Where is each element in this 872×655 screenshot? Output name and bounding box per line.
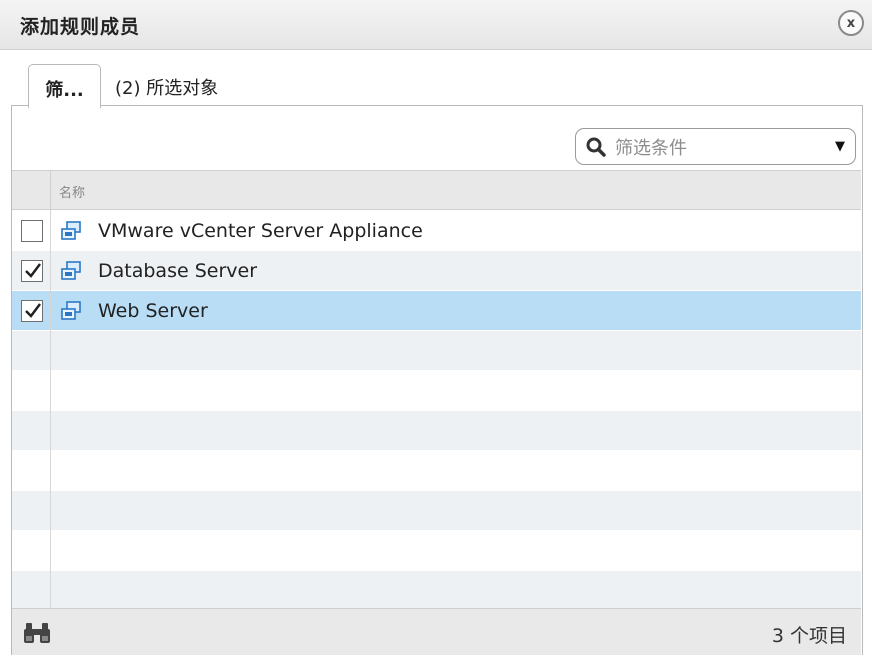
search-icon: [586, 137, 606, 157]
table-body: VMware vCenter Server Appliance Database …: [12, 211, 861, 611]
checkmark-icon: [25, 303, 41, 318]
dialog-title: 添加规则成员: [20, 16, 141, 38]
vm-icon: [61, 261, 81, 280]
row-checkbox[interactable]: [21, 260, 43, 282]
check-cell: [12, 451, 51, 491]
empty-row: [12, 411, 861, 451]
tab-selected-objects[interactable]: (2) 所选对象: [115, 74, 218, 100]
empty-row: [12, 571, 861, 611]
check-cell: [12, 531, 51, 571]
table-row[interactable]: Web Server: [12, 291, 861, 331]
table-row[interactable]: Database Server: [12, 251, 861, 291]
empty-row: [12, 491, 861, 531]
table-footer: 3 个项目: [12, 608, 861, 655]
binoculars-icon[interactable]: [22, 621, 52, 645]
empty-row: [12, 331, 861, 371]
check-cell: [12, 291, 51, 331]
checkmark-icon: [25, 263, 41, 278]
row-checkbox[interactable]: [21, 220, 43, 242]
tab-filter[interactable]: 筛...: [28, 64, 101, 108]
dialog-titlebar: 添加规则成员 x: [0, 0, 872, 50]
row-name: VMware vCenter Server Appliance: [98, 220, 423, 242]
table-header: 名称: [12, 170, 861, 211]
row-name: Database Server: [98, 260, 258, 282]
column-header-name[interactable]: 名称: [59, 182, 85, 201]
check-cell: [12, 371, 51, 411]
check-cell: [12, 571, 51, 611]
empty-row: [12, 371, 861, 411]
row-name: Web Server: [98, 300, 208, 322]
row-checkbox[interactable]: [21, 300, 43, 322]
vm-icon: [61, 301, 81, 320]
object-table: 名称 VMware vCenter Server Appliance Databa…: [12, 170, 861, 611]
tab-bar: 筛... (2) 所选对象: [0, 50, 872, 108]
header-check-column: [12, 171, 51, 211]
empty-row: [12, 451, 861, 491]
filter-input[interactable]: 筛选条件 ▼: [575, 128, 856, 165]
check-cell: [12, 211, 51, 251]
check-cell: [12, 331, 51, 371]
check-cell: [12, 251, 51, 291]
empty-row: [12, 531, 861, 571]
item-count: 3 个项目: [771, 625, 847, 647]
chevron-down-icon[interactable]: ▼: [835, 139, 845, 154]
close-button[interactable]: x: [838, 10, 864, 36]
check-cell: [12, 411, 51, 451]
check-cell: [12, 491, 51, 531]
close-icon: x: [846, 15, 856, 31]
vm-icon: [61, 221, 81, 240]
filter-placeholder: 筛选条件: [615, 137, 687, 159]
table-row[interactable]: VMware vCenter Server Appliance: [12, 211, 861, 251]
